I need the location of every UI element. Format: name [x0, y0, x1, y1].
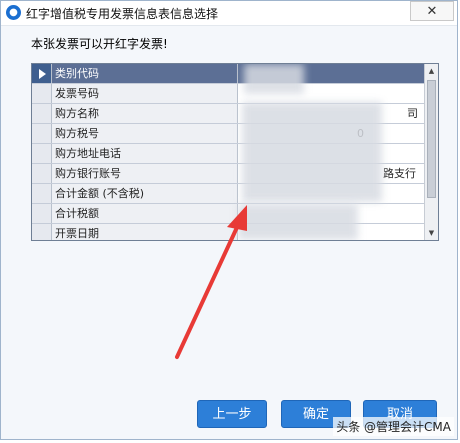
source-watermark: 头条 @管理会计CMA — [333, 417, 454, 436]
annotation-arrow-icon — [175, 205, 247, 359]
dialog-window: ● 红字增值税专用发票信息表信息选择 ✕ 本张发票可以开红字发票! 类别代码 发… — [0, 0, 458, 440]
prev-step-button[interactable]: 上一步 — [197, 400, 267, 428]
